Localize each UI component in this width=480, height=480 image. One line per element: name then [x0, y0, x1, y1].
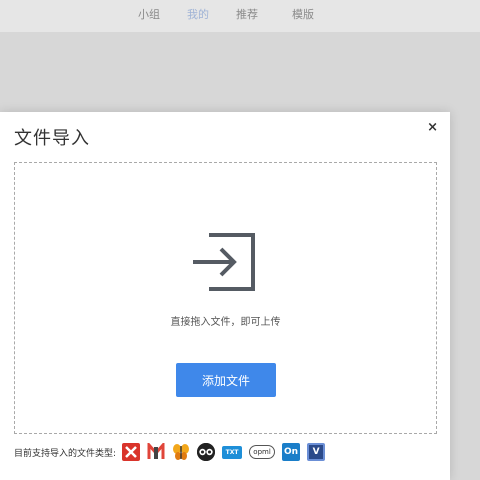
file-import-dialog: 文件导入 × 直接拖入文件，即可上传 添加文件 目前支持导入的文件类型: TXT…: [0, 112, 450, 480]
nav-item-templates[interactable]: 模版: [292, 6, 314, 22]
onenote-icon: On: [282, 443, 301, 461]
mindnode-icon: [147, 443, 165, 461]
butterfly-icon: [172, 443, 190, 461]
close-button[interactable]: ×: [427, 120, 438, 135]
nav-item-recommended[interactable]: 推荐: [236, 6, 258, 22]
nav-item-groups[interactable]: 小组: [138, 6, 160, 22]
drop-hint-text: 直接拖入文件，即可上传: [170, 317, 281, 328]
file-dropzone[interactable]: 直接拖入文件，即可上传 添加文件: [14, 162, 437, 434]
supported-types-label: 目前支持导入的文件类型:: [14, 448, 117, 459]
import-icon: [193, 233, 255, 291]
dialog-title: 文件导入: [14, 128, 90, 149]
opml-icon: opml: [249, 445, 276, 459]
xmind-icon: [122, 443, 141, 461]
owl-icon: [197, 443, 216, 461]
top-navbar: 小组 我的 推荐 模版: [0, 0, 480, 32]
visio-icon: V: [307, 443, 326, 461]
add-file-button[interactable]: 添加文件: [176, 363, 276, 397]
supported-file-types: 目前支持导入的文件类型: TXT opml On V: [14, 442, 332, 462]
nav-item-mine[interactable]: 我的: [187, 6, 209, 22]
txt-icon: TXT: [222, 445, 243, 459]
